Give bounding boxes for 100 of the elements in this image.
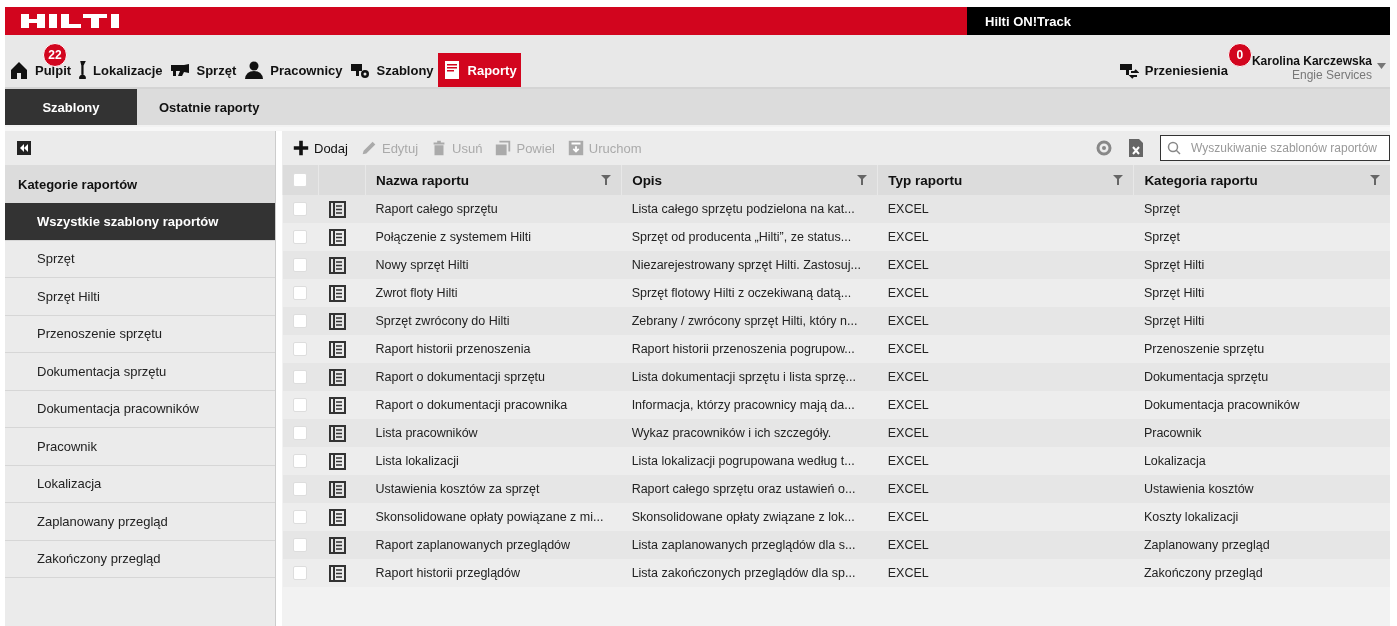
table-cell: Dokumentacja sprzętu xyxy=(1133,363,1390,391)
table-cell: Raport o dokumentacji pracownika xyxy=(365,391,622,419)
table-cell: EXCEL xyxy=(877,223,1134,251)
row-checkbox[interactable] xyxy=(292,510,307,524)
filter-icon[interactable] xyxy=(857,175,868,185)
search-field[interactable]: Wyszukiwanie szablonów raportów xyxy=(1160,135,1390,161)
table-cell: Sprzęt Hilti xyxy=(1133,307,1390,335)
column-header[interactable]: Opis xyxy=(621,165,878,195)
row-checkbox[interactable] xyxy=(292,538,307,552)
row-checkbox[interactable] xyxy=(292,202,307,216)
sidebar-item[interactable]: Zakończony przegląd xyxy=(5,540,275,578)
app-title: Hilti ON!Track xyxy=(967,7,1390,35)
nav-tab[interactable]: Lokalizacje xyxy=(75,53,167,87)
collapse-icon[interactable] xyxy=(17,141,31,155)
sidebar-item[interactable]: Lokalizacja xyxy=(5,465,275,503)
copy-icon xyxy=(494,139,513,157)
table-cell: Lokalizacja xyxy=(1133,447,1390,475)
table-cell: Sprzęt xyxy=(1133,223,1390,251)
tab[interactable]: Ostatnie raporty xyxy=(137,89,282,125)
row-checkbox[interactable] xyxy=(292,566,307,580)
table-cell: Zwrot floty Hilti xyxy=(365,279,622,307)
row-checkbox[interactable] xyxy=(292,286,307,300)
table-cell: Niezarejestrowany sprzęt Hilti. Zastosuj... xyxy=(621,251,878,279)
toolbar-button[interactable]: Dodaj xyxy=(292,139,356,157)
sidebar-item[interactable]: Sprzęt Hilti xyxy=(5,278,275,316)
table-cell: Dokumentacja pracowników xyxy=(1133,391,1390,419)
table-cell: Sprzęt Hilti xyxy=(1133,251,1390,279)
table-cell: Ustawienia kosztów za sprzęt xyxy=(365,475,622,503)
list-document-icon xyxy=(328,228,346,246)
row-checkbox[interactable] xyxy=(292,426,307,440)
company-name: Engie Services xyxy=(1291,68,1372,82)
filter-icon[interactable] xyxy=(1370,175,1380,185)
nav-tab[interactable]: Szablony xyxy=(346,53,438,87)
person-icon xyxy=(244,60,265,80)
table-cell: Zebrany / zwrócony sprzęt Hilti, który n... xyxy=(621,307,878,335)
table-cell: Koszty lokalizacji xyxy=(1133,503,1390,531)
table-cell: EXCEL xyxy=(877,307,1134,335)
nav-tab[interactable]: Pracownicy xyxy=(240,53,347,87)
table-cell: Sprzęt zwrócony do Hilti xyxy=(365,307,622,335)
filter-icon[interactable] xyxy=(1113,175,1124,185)
row-checkbox[interactable] xyxy=(292,398,307,412)
table-cell: Połączenie z systemem Hilti xyxy=(365,223,622,251)
user-name: Karolina Karczewska xyxy=(1251,54,1372,68)
download-box-icon xyxy=(566,139,585,157)
column-header[interactable]: Kategoria raportu xyxy=(1133,165,1390,195)
table-cell: Raport historii przeglądów xyxy=(365,559,622,587)
list-document-icon xyxy=(328,452,346,470)
table-cell: Wykaz pracowników i ich szczegóły. xyxy=(621,419,878,447)
table-cell: Raport zaplanowanych przeglądów xyxy=(365,531,622,559)
list-document-icon xyxy=(328,200,346,218)
table-cell: EXCEL xyxy=(877,503,1134,531)
table-cell: Lista zaplanowanych przeglądów dla s... xyxy=(621,531,878,559)
table-cell: Lista dokumentacji sprzętu i lista sprzę... xyxy=(621,363,878,391)
table-cell: EXCEL xyxy=(877,475,1134,503)
row-checkbox[interactable] xyxy=(292,258,307,272)
row-checkbox[interactable] xyxy=(292,454,307,468)
table-cell: EXCEL xyxy=(877,419,1134,447)
list-document-icon xyxy=(328,508,346,526)
row-checkbox[interactable] xyxy=(292,230,307,244)
table-cell: Lista zakończonych przeglądów dla sp... xyxy=(621,559,878,587)
sidebar-item[interactable]: Przenoszenie sprzętu xyxy=(5,315,275,353)
nav-tab[interactable]: Raporty xyxy=(437,53,521,87)
row-checkbox[interactable] xyxy=(292,370,307,384)
nav-tab[interactable]: Sprzęt xyxy=(166,53,241,87)
excel-file-icon[interactable] xyxy=(1126,138,1146,158)
row-checkbox[interactable] xyxy=(292,342,307,356)
table-cell: Lista lokalizacji pogrupowana według t... xyxy=(621,447,878,475)
sidebar-item[interactable]: Zaplanowany przegląd xyxy=(5,503,275,541)
column-header[interactable]: Nazwa raportu xyxy=(365,165,622,195)
sidebar-item[interactable]: Sprzęt xyxy=(5,240,275,278)
table-cell: Pracownik xyxy=(1133,419,1390,447)
sidebar-item[interactable]: Pracownik xyxy=(5,428,275,466)
sidebar-item[interactable]: Dokumentacja sprzętu xyxy=(5,353,275,391)
filter-icon[interactable] xyxy=(601,175,612,185)
tab[interactable]: Szablony xyxy=(5,89,137,125)
column-header[interactable]: Typ raportu xyxy=(877,165,1134,195)
table-cell: EXCEL xyxy=(877,195,1134,223)
table-cell: Skonsolidowane opłaty związane z lok... xyxy=(621,503,878,531)
table-cell: Zaplanowany przegląd xyxy=(1133,531,1390,559)
table-cell: Sprzęt Hilti xyxy=(1133,279,1390,307)
table-cell: Ustawienia kosztów xyxy=(1133,475,1390,503)
sidebar-item[interactable]: Wszystkie szablony raportów xyxy=(5,203,275,241)
table-cell: EXCEL xyxy=(877,447,1134,475)
table-cell: Lista całego sprzętu podzielona na kat... xyxy=(621,195,878,223)
table-cell: Raport historii przenoszenia pogrupow... xyxy=(621,335,878,363)
table-cell: Raport historii przenoszenia xyxy=(365,335,622,363)
list-document-icon xyxy=(328,284,346,302)
table-cell: EXCEL xyxy=(877,335,1134,363)
list-document-icon xyxy=(328,536,346,554)
list-document-icon xyxy=(328,340,346,358)
sidebar-item[interactable]: Dokumentacja pracowników xyxy=(5,390,275,428)
sidebar-title: Kategorie raportów xyxy=(5,165,275,203)
select-all-checkbox[interactable] xyxy=(293,173,307,187)
row-checkbox[interactable] xyxy=(292,482,307,496)
table-cell: Nowy sprzęt Hilti xyxy=(365,251,622,279)
row-checkbox[interactable] xyxy=(292,314,307,328)
table-cell: Lista lokalizacji xyxy=(365,447,622,475)
table-cell: EXCEL xyxy=(877,391,1134,419)
list-document-icon xyxy=(328,256,346,274)
home-icon xyxy=(9,60,29,80)
